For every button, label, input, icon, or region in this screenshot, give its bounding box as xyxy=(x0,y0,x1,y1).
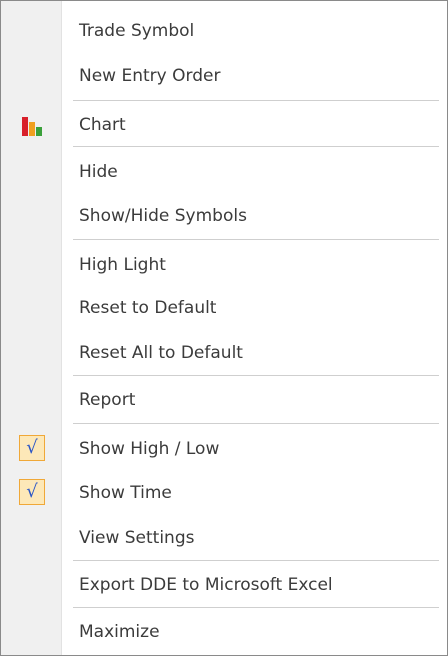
menu-item-label: Report xyxy=(79,390,136,410)
menu-item-show-high-low[interactable]: √ Show High / Low xyxy=(1,429,447,469)
menu-separator xyxy=(73,239,439,240)
menu-item-label: New Entry Order xyxy=(79,66,221,86)
menu-separator xyxy=(73,423,439,424)
menu-item-show-hide-symbols[interactable]: Show/Hide Symbols xyxy=(1,196,447,236)
menu-item-export-dde-excel[interactable]: Export DDE to Microsoft Excel xyxy=(1,565,447,605)
menu-separator xyxy=(73,607,439,608)
menu-item-trade-symbol[interactable]: Trade Symbol xyxy=(1,11,447,51)
bar-chart-icon xyxy=(22,117,42,136)
menu-item-label: Reset to Default xyxy=(79,298,217,318)
menu-item-chart[interactable]: Chart xyxy=(1,105,447,145)
menu-separator xyxy=(73,100,439,101)
menu-item-high-light[interactable]: High Light xyxy=(1,245,447,285)
checkmark-icon: √ xyxy=(19,435,45,461)
menu-item-label: Reset All to Default xyxy=(79,343,243,363)
menu-separator xyxy=(73,560,439,561)
menu-item-label: Hide xyxy=(79,162,118,182)
menu-item-maximize[interactable]: Maximize xyxy=(1,612,447,652)
menu-item-show-time[interactable]: √ Show Time xyxy=(1,473,447,513)
menu-item-reset-all-to-default[interactable]: Reset All to Default xyxy=(1,333,447,373)
menu-separator xyxy=(73,375,439,376)
menu-item-label: Export DDE to Microsoft Excel xyxy=(79,575,333,595)
menu-item-label: Show/Hide Symbols xyxy=(79,206,247,226)
menu-item-report[interactable]: Report xyxy=(1,380,447,420)
menu-separator xyxy=(73,146,439,147)
menu-item-label: Show High / Low xyxy=(79,439,220,459)
menu-item-hide[interactable]: Hide xyxy=(1,152,447,192)
checkmark-icon: √ xyxy=(19,479,45,505)
menu-item-label: Maximize xyxy=(79,622,160,642)
menu-item-label: High Light xyxy=(79,255,166,275)
menu-item-view-settings[interactable]: View Settings xyxy=(1,518,447,558)
context-menu: Trade Symbol New Entry Order Chart Hide … xyxy=(0,0,448,656)
menu-item-label: View Settings xyxy=(79,528,195,548)
menu-item-reset-to-default[interactable]: Reset to Default xyxy=(1,288,447,328)
menu-item-label: Chart xyxy=(79,115,126,135)
menu-item-new-entry-order[interactable]: New Entry Order xyxy=(1,56,447,96)
menu-item-label: Trade Symbol xyxy=(79,21,195,41)
menu-item-label: Show Time xyxy=(79,483,172,503)
